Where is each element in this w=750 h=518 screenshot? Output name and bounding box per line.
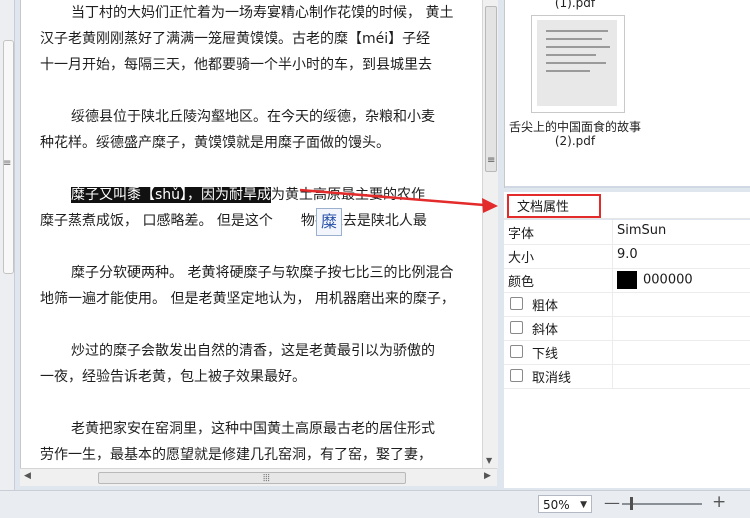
thumbnail-panel: (1).pdf 舌尖上的中国面食的故事 (2).pdf [504,0,750,188]
thumbnail-caption: (1).pdf [554,0,596,10]
prop-row-strike[interactable]: 取消线 [504,364,750,389]
doc-line: 汉子老黄刚刚蒸好了满满一笼屉黄馍馍。古老的糜【méi】子经 [40,31,431,47]
thumbnail-caption: (2).pdf [554,134,596,148]
doc-line: 糜子分软硬两种。 老黄将硬糜子与软糜子按七比三的比例混合 [71,265,454,281]
chevron-down-icon[interactable]: ▼ [580,496,587,514]
divider [505,186,750,188]
italic-checkbox[interactable] [510,321,523,334]
scroll-thumb[interactable]: ⦙⦙⦙ [98,472,406,484]
doc-line: 老黄把家安在窑洞里，这种中国黄土高原最古老的居住形式 [71,421,435,437]
font-value[interactable]: SimSun [617,223,666,238]
grip-icon[interactable]: ≡ [3,158,11,169]
status-bar: 50% ▼ — + [0,490,750,518]
doc-line: 种花样。绥德盛产糜子，黄馍馍就是用糜子面做的馒头。 [40,135,390,151]
prop-row-font[interactable]: 字体 SimSun [504,220,750,245]
prop-label: 大小 [508,251,535,266]
doc-line: 一夜，经验告诉老黄，包上被子效果最好。 [40,369,306,385]
prop-label: 粗体 [532,299,559,314]
scroll-right-icon[interactable]: ▶ [484,471,491,481]
doc-line: 劳作一生，最基本的愿望就是修建几孔窑洞，有了窑，娶了妻， [40,447,432,463]
grip-icon: ⦙⦙⦙ [263,473,270,484]
grip-icon: ≡ [487,155,496,166]
zoom-out-button[interactable]: — [604,493,620,512]
doc-line: 当丁村的大妈们正忙着为一场寿宴精心制作花馍的时候， 黄土 [71,5,454,21]
prop-label: 字体 [508,227,535,242]
pdf-thumbnail[interactable] [531,15,625,113]
scroll-down-icon[interactable]: ▼ [486,456,492,465]
color-value[interactable]: 000000 [617,271,693,289]
properties-panel: 字体 SimSun 大小 9.0 颜色 000000 粗体 斜体 下线 取消线 [504,220,750,488]
doc-line: 糜子蒸煮成饭， 口感略差。 但是这个 物在过去是陕北人最 [40,213,427,229]
zoom-slider-handle[interactable] [630,497,633,510]
prop-label: 斜体 [532,323,559,338]
color-swatch[interactable] [617,271,637,289]
left-gutter: ≡ [0,0,15,490]
selected-text[interactable]: 糜子又叫黍【shǔ】，因为耐旱成 [71,187,272,203]
scroll-thumb[interactable] [485,6,497,172]
scroll-left-icon[interactable]: ◀ [24,471,31,481]
doc-horizontal-scrollbar[interactable]: ◀ ⦙⦙⦙ ▶ [20,468,497,486]
doc-line: 绥德县位于陕北丘陵沟壑地区。在今天的绥德，杂粮和小麦 [71,109,435,125]
underline-checkbox[interactable] [510,345,523,358]
doc-line: 糜子又叫黍【shǔ】，因为耐旱成为黄土高原最主要的农作 [71,187,426,203]
thumbnail-caption: 舌尖上的中国面食的故事 [508,120,641,134]
left-scrollbar[interactable] [3,40,14,274]
properties-title: 文档属性 [507,194,601,218]
zoom-in-button[interactable]: + [712,492,726,512]
doc-vertical-scrollbar[interactable]: ▼ ≡ [482,0,498,468]
doc-line: 地筛一遍才能使用。 但是老黄坚定地认为， 用机器磨出来的糜子， [40,291,455,307]
prop-row-underline[interactable]: 下线 [504,340,750,365]
prop-label: 取消线 [532,371,572,386]
prop-row-italic[interactable]: 斜体 [504,316,750,341]
zoom-slider[interactable] [622,503,702,505]
prop-label: 下线 [532,347,559,362]
bold-checkbox[interactable] [510,297,523,310]
doc-line: 炒过的糜子会散发出自然的清香，这是老黄最引以为骄傲的 [71,343,435,359]
document-page[interactable]: 当丁村的大妈们正忙着为一场寿宴精心制作花馍的时候， 黄土 汉子老黄刚刚蒸好了满满… [20,0,483,468]
strikethrough-checkbox[interactable] [510,369,523,382]
zoom-select[interactable]: 50% ▼ [538,495,592,513]
prop-row-color[interactable]: 颜色 000000 [504,268,750,293]
doc-line: 十一月开始，每隔三天，他都要骑一个半小时的车，到县城里去 [40,57,432,73]
prop-label: 颜色 [508,275,535,290]
size-value[interactable]: 9.0 [617,247,638,262]
prop-row-size[interactable]: 大小 9.0 [504,244,750,269]
char-tooltip: 糜 [316,208,342,236]
prop-row-bold[interactable]: 粗体 [504,292,750,317]
